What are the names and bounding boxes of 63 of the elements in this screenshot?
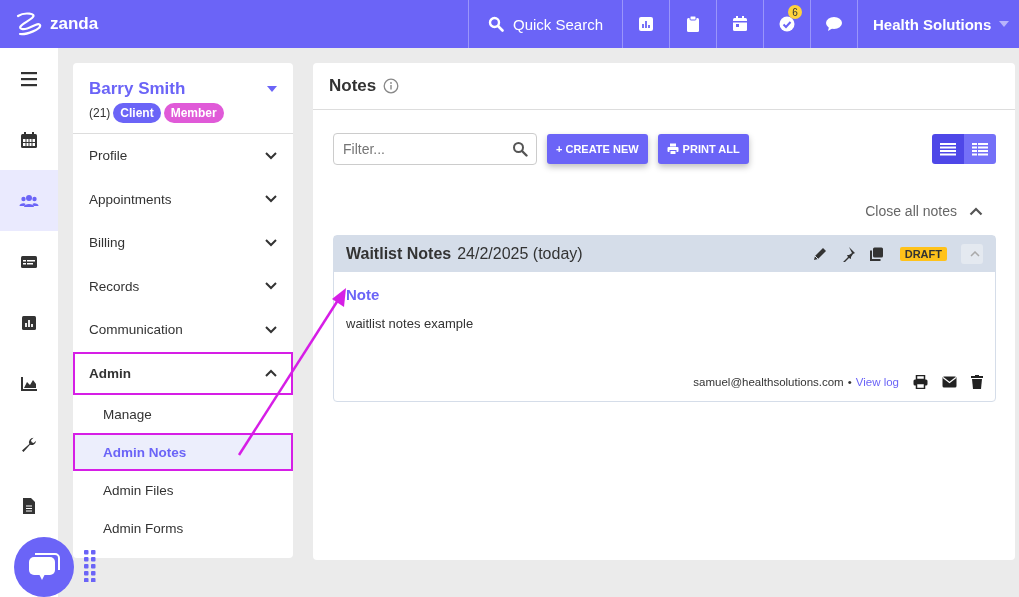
logo-text: zanda	[50, 14, 99, 34]
chevron-down-icon	[265, 195, 277, 204]
note-title: Waitlist Notes	[346, 245, 452, 263]
nav-item[interactable]: Admin	[73, 351, 293, 395]
nav-item[interactable]: Records	[73, 264, 293, 308]
note-text: waitlist notes example	[346, 316, 475, 331]
search-icon	[487, 16, 504, 32]
print-all-button[interactable]: PRINT ALL	[657, 134, 749, 164]
client-name: Barry Smith	[89, 79, 186, 99]
calendar-icon	[731, 15, 749, 33]
list-view-button[interactable]	[932, 134, 964, 164]
info-icon[interactable]	[383, 78, 400, 94]
quick-search-button[interactable]: Quick Search	[468, 0, 622, 48]
print-icon[interactable]	[913, 375, 928, 389]
separator-dot: •	[847, 376, 852, 388]
chevron-up-icon	[970, 251, 980, 257]
clipboard-icon	[684, 15, 702, 33]
note-date: 24/2/2025 (today)	[457, 245, 583, 263]
caret-icon	[999, 21, 1010, 27]
search-icon[interactable]	[512, 141, 528, 157]
drag-handle-icon[interactable]	[84, 550, 96, 582]
chevron-down-icon	[265, 282, 277, 291]
sub-nav-item[interactable]: Admin Notes	[73, 433, 293, 471]
grid-view-button[interactable]	[964, 134, 996, 164]
delete-icon[interactable]	[971, 375, 983, 389]
tasks-icon	[778, 15, 796, 33]
edit-icon[interactable]	[811, 246, 828, 262]
logo-icon	[14, 11, 44, 37]
tasks-button[interactable]: 6	[763, 0, 810, 48]
grid-icon	[972, 142, 988, 156]
view-log-link[interactable]: View log	[855, 376, 899, 388]
chevron-up-icon	[265, 369, 277, 378]
chevron-down-icon	[265, 238, 277, 247]
nav-item[interactable]: Appointments	[73, 177, 293, 221]
notification-badge: 6	[788, 5, 802, 19]
chevron-down-icon	[265, 151, 277, 160]
chart-icon	[637, 15, 655, 33]
status-badge: DRAFT	[899, 247, 947, 261]
nav-item[interactable]: Communication	[73, 308, 293, 352]
chat-bubble-icon	[27, 552, 61, 582]
list-icon	[940, 142, 956, 156]
sub-nav-item[interactable]: Admin Forms	[73, 509, 293, 547]
close-all-notes-link[interactable]: Close all notes	[865, 203, 957, 219]
client-tag: Client	[113, 103, 161, 123]
email-icon[interactable]	[942, 376, 957, 388]
client-tag: Member	[163, 103, 224, 123]
filter-field[interactable]: Filter...	[333, 133, 537, 165]
create-new-button[interactable]: + CREATE NEW	[547, 134, 648, 164]
sub-nav-item[interactable]: Manage	[73, 395, 293, 433]
nav-item[interactable]: Profile	[73, 134, 293, 178]
organisation-menu[interactable]: Health Solutions	[857, 0, 1019, 48]
chevron-up-icon[interactable]	[969, 206, 983, 216]
client-count: (21)	[89, 106, 111, 120]
printer-icon	[666, 143, 679, 155]
chevron-down-icon	[265, 325, 277, 334]
note-heading: Note	[346, 286, 381, 303]
chat-icon	[825, 15, 843, 33]
dropdown-caret-icon[interactable]	[267, 86, 277, 92]
author-email: samuel@healthsolutions.com	[693, 376, 844, 388]
copy-icon[interactable]	[867, 246, 884, 262]
sub-nav-item[interactable]: Admin Files	[73, 471, 293, 509]
page-title: Notes	[329, 76, 377, 96]
nav-item[interactable]: Billing	[73, 221, 293, 265]
